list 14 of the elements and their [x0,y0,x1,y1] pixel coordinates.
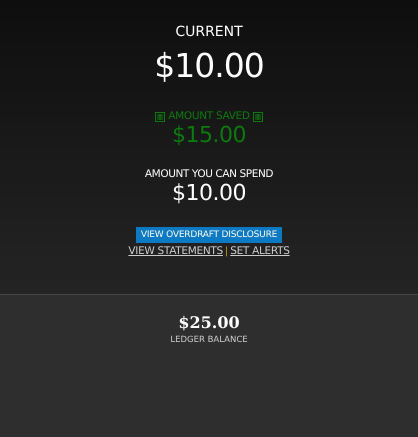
spend-amount: $10.00 [172,181,246,207]
disclosure-button[interactable]: VIEW OVERDRAFT DISCLOSURE [136,227,282,243]
ledger-amount: $25.00 [178,313,240,333]
grid-icon [252,112,263,122]
saved-label: AMOUNT SAVED [168,110,250,123]
current-amount: $10.00 [154,46,264,86]
alerts-link[interactable]: SET ALERTS [230,245,290,257]
grid-icon [155,112,166,122]
ledger-label: LEDGER BALANCE [170,335,248,345]
spend-label: AMOUNT YOU CAN SPEND [144,168,274,181]
current-label: CURRENT [175,23,243,41]
statements-link[interactable]: VIEW STATEMENTS [128,245,223,257]
saved-amount: $15.00 [172,123,246,149]
separator: | [224,246,228,256]
